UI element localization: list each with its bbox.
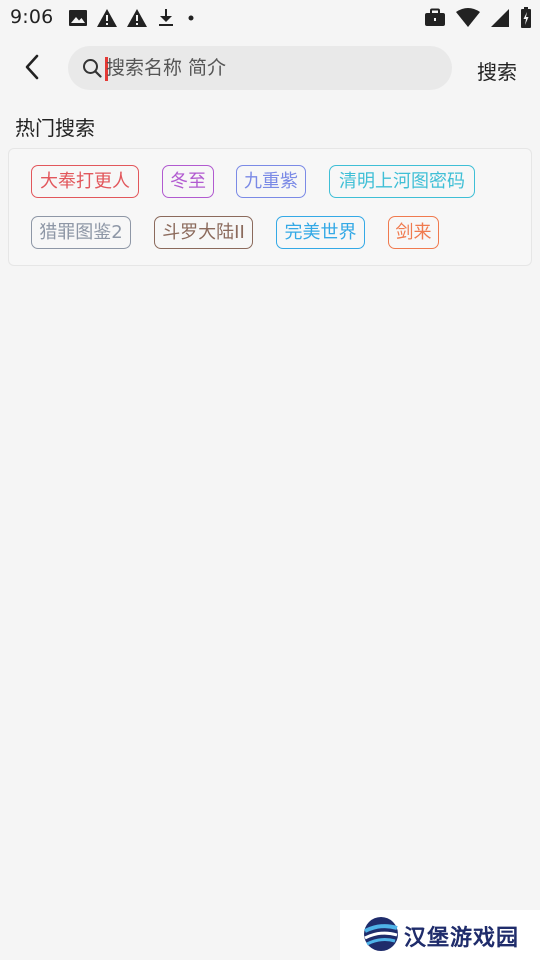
download-icon [156, 8, 176, 28]
search-header: 搜索 [0, 44, 540, 94]
search-icon [82, 58, 102, 78]
hot-search-tag[interactable]: 大奉打更人 [31, 165, 139, 198]
hot-search-tag[interactable]: 冬至 [162, 165, 214, 198]
dot-icon [184, 8, 198, 28]
search-button[interactable]: 搜索 [468, 56, 526, 85]
briefcase-icon [424, 8, 446, 28]
hot-search-panel: 大奉打更人 冬至 九重紫 清明上河图密码 猎罪图鉴2 斗罗大陆II 完美世界 剑… [8, 148, 532, 266]
hot-search-tag[interactable]: 完美世界 [276, 216, 365, 249]
status-time: 9:06 [10, 6, 54, 28]
status-system-icons [424, 7, 532, 29]
hot-search-tag[interactable]: 猎罪图鉴2 [31, 216, 131, 249]
battery-icon [520, 7, 532, 29]
image-icon [68, 8, 88, 28]
warning-icon [126, 8, 148, 28]
wifi-icon [456, 8, 480, 28]
chevron-left-icon [22, 53, 42, 85]
status-notification-icons [68, 8, 198, 28]
search-input[interactable] [106, 46, 436, 90]
search-box[interactable] [68, 46, 452, 90]
watermark-text: 汉堡游戏园 [404, 925, 520, 951]
warning-icon [96, 8, 118, 28]
hot-search-title: 热门搜索 [15, 116, 95, 140]
globe-logo-icon [362, 915, 400, 957]
hot-search-tag[interactable]: 清明上河图密码 [329, 165, 475, 198]
hot-search-tag[interactable]: 斗罗大陆II [154, 216, 253, 249]
watermark: 汉堡游戏园 [340, 910, 540, 960]
back-button[interactable] [12, 51, 52, 87]
status-bar: 9:06 [0, 0, 540, 36]
signal-icon [490, 8, 510, 28]
hot-search-tag[interactable]: 剑来 [388, 216, 439, 249]
hot-search-tag[interactable]: 九重紫 [236, 165, 306, 198]
